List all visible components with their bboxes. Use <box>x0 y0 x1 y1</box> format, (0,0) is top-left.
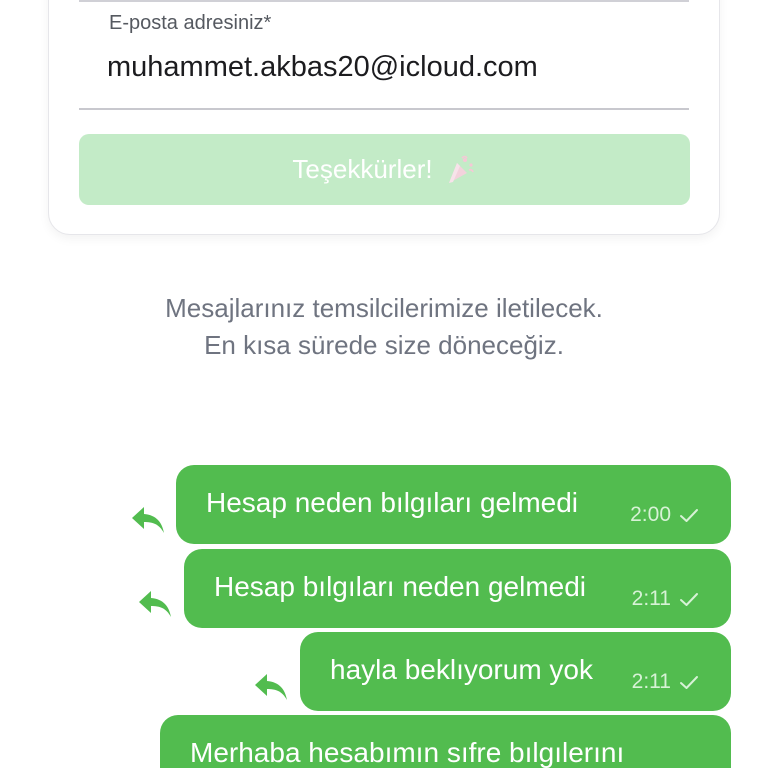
message-time: 2:11 <box>631 587 671 610</box>
contact-form-card: E-posta adresiniz* muhammet.akbas20@iclo… <box>48 0 720 235</box>
check-icon <box>680 509 698 522</box>
reply-icon[interactable] <box>253 672 289 704</box>
message-text: Hesap bılgıları neden gelmedi <box>214 571 587 602</box>
email-field[interactable]: muhammet.akbas20@icloud.com <box>107 51 538 84</box>
message-row: hayla beklıyorum yok 2:11 <box>300 632 731 711</box>
message-bubble[interactable]: Hesap neden bılgıları gelmedi 2:00 <box>176 465 731 544</box>
chat-page: E-posta adresiniz* muhammet.akbas20@iclo… <box>0 0 768 768</box>
message-bubble[interactable]: Hesap bılgıları neden gelmedi 2:11 <box>184 549 731 628</box>
check-icon <box>680 593 698 606</box>
message-row: Hesap neden bılgıları gelmedi 2:00 <box>176 465 731 544</box>
message-text: hayla beklıyorum yok <box>330 654 594 685</box>
email-field-label: E-posta adresiniz* <box>109 12 272 34</box>
message-time: 2:11 <box>631 670 671 693</box>
message-text: Merhaba hesabımın sıfre bılgılerını <box>190 737 625 768</box>
reply-icon[interactable] <box>130 505 166 537</box>
reply-icon[interactable] <box>137 589 173 621</box>
check-icon <box>680 676 698 689</box>
message-text: Hesap neden bılgıları gelmedi <box>206 487 579 518</box>
info-message: Mesajlarınız temsilcilerimize iletilecek… <box>165 293 603 360</box>
confetti-icon <box>448 155 474 183</box>
message-row: Hesap bılgıları neden gelmedi 2:11 <box>184 549 731 628</box>
email-field-underline <box>79 108 689 110</box>
message-row: Merhaba hesabımın sıfre bılgılerını <box>160 715 731 768</box>
message-bubble[interactable]: hayla beklıyorum yok 2:11 <box>300 632 731 711</box>
previous-field-underline <box>79 0 689 2</box>
submit-button-label: Teşekkürler! <box>292 154 433 184</box>
message-bubble[interactable]: Merhaba hesabımın sıfre bılgılerını <box>160 715 731 768</box>
message-time: 2:00 <box>630 503 671 526</box>
submit-button[interactable]: Teşekkürler! <box>79 134 690 205</box>
